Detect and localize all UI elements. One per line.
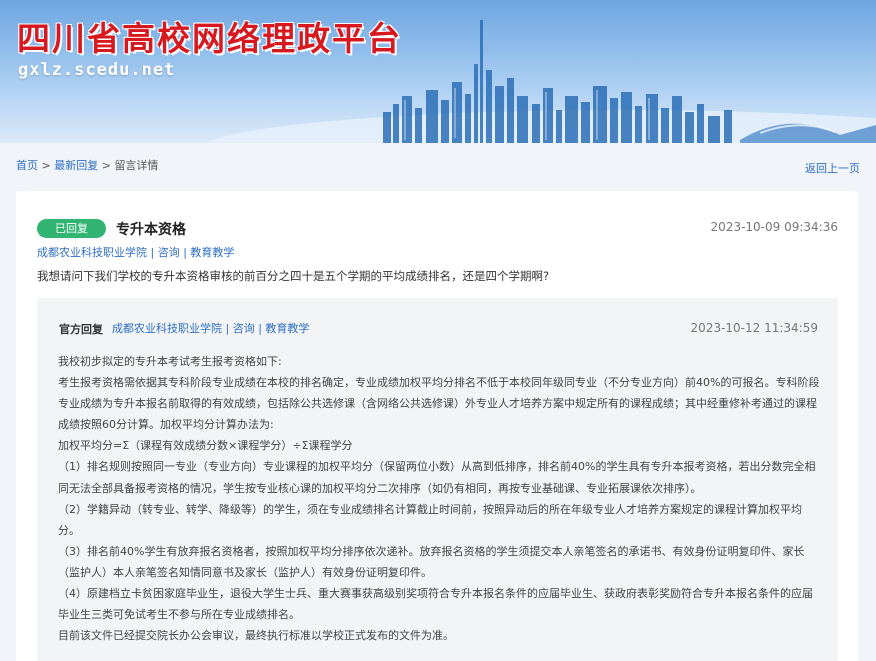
site-url: gxlz.scedu.net: [18, 60, 176, 80]
reply-paragraph: （1）排名规则按照同一专业（专业方向）专业课程的加权平均分（保留两位小数）从高到…: [58, 460, 816, 495]
reply-paragraph: 考生报考资格需依据其专科阶段专业成绩在本校的排名确定，专业成绩加权平均分排名不低…: [58, 376, 820, 432]
reply-paragraph: 我校初步拟定的专升本考试考生报考资格如下:: [58, 355, 282, 368]
breadcrumb-separator: >: [38, 159, 55, 172]
message-body: 我想请问下我们学校的专升本资格审核的前百分之四十是五个学期的平均成绩排名，还是四…: [37, 269, 550, 283]
back-link[interactable]: 返回上一页: [805, 160, 860, 176]
status-badge: 已回复: [37, 219, 106, 238]
message-title: 专升本资格: [116, 222, 186, 238]
reply-paragraph: （4）原建档立卡贫困家庭毕业生，退役大学生士兵、重大赛事获高级别奖项符合专升本报…: [58, 587, 813, 622]
reply-category-link[interactable]: 成都农业科技职业学院 | 咨询 | 教育教学: [112, 320, 309, 336]
message-card: 已回复 专升本资格 2023-10-09 09:34:36 成都农业科技职业学院…: [16, 191, 858, 661]
reply-body: 我校初步拟定的专升本考试考生报考资格如下: 考生报考资格需依据其专科阶段专业成绩…: [58, 351, 822, 646]
message-category-link[interactable]: 成都农业科技职业学院 | 咨询 | 教育教学: [37, 244, 234, 260]
breadcrumb-current: 留言详情: [114, 159, 159, 172]
breadcrumb-separator: >: [98, 159, 115, 172]
message-date: 2023-10-09 09:34:36: [710, 220, 838, 234]
header-banner: 四川省高校网络理政平台 gxlz.scedu.net: [0, 0, 876, 143]
breadcrumb: 首页 > 最新回复 > 留言详情: [16, 157, 158, 173]
reply-paragraph: 加权平均分=Σ（课程有效成绩分数×课程学分）÷Σ课程学分: [58, 439, 353, 453]
breadcrumb-latest-link[interactable]: 最新回复: [54, 159, 98, 172]
official-reply-box: 官方回复 成都农业科技职业学院 | 咨询 | 教育教学 2023-10-12 1…: [37, 298, 838, 661]
reply-date: 2023-10-12 11:34:59: [690, 321, 818, 335]
official-reply-label: 官方回复: [59, 323, 103, 336]
reply-paragraph: （3）排名前40%学生有放弃报名资格者，按照加权平均分排序依次递补。放弃报名资格…: [58, 544, 805, 579]
breadcrumb-home-link[interactable]: 首页: [16, 159, 38, 172]
site-title: 四川省高校网络理政平台: [17, 19, 402, 58]
reply-paragraph: 目前该文件已经提交院长办公会审议，最终执行标准以学校正式发布的文件为准。: [58, 629, 454, 643]
reply-paragraph: （2）学籍异动（转专业、转学、降级等）的学生，须在专业成绩排名计算截止时间前，按…: [58, 502, 802, 537]
